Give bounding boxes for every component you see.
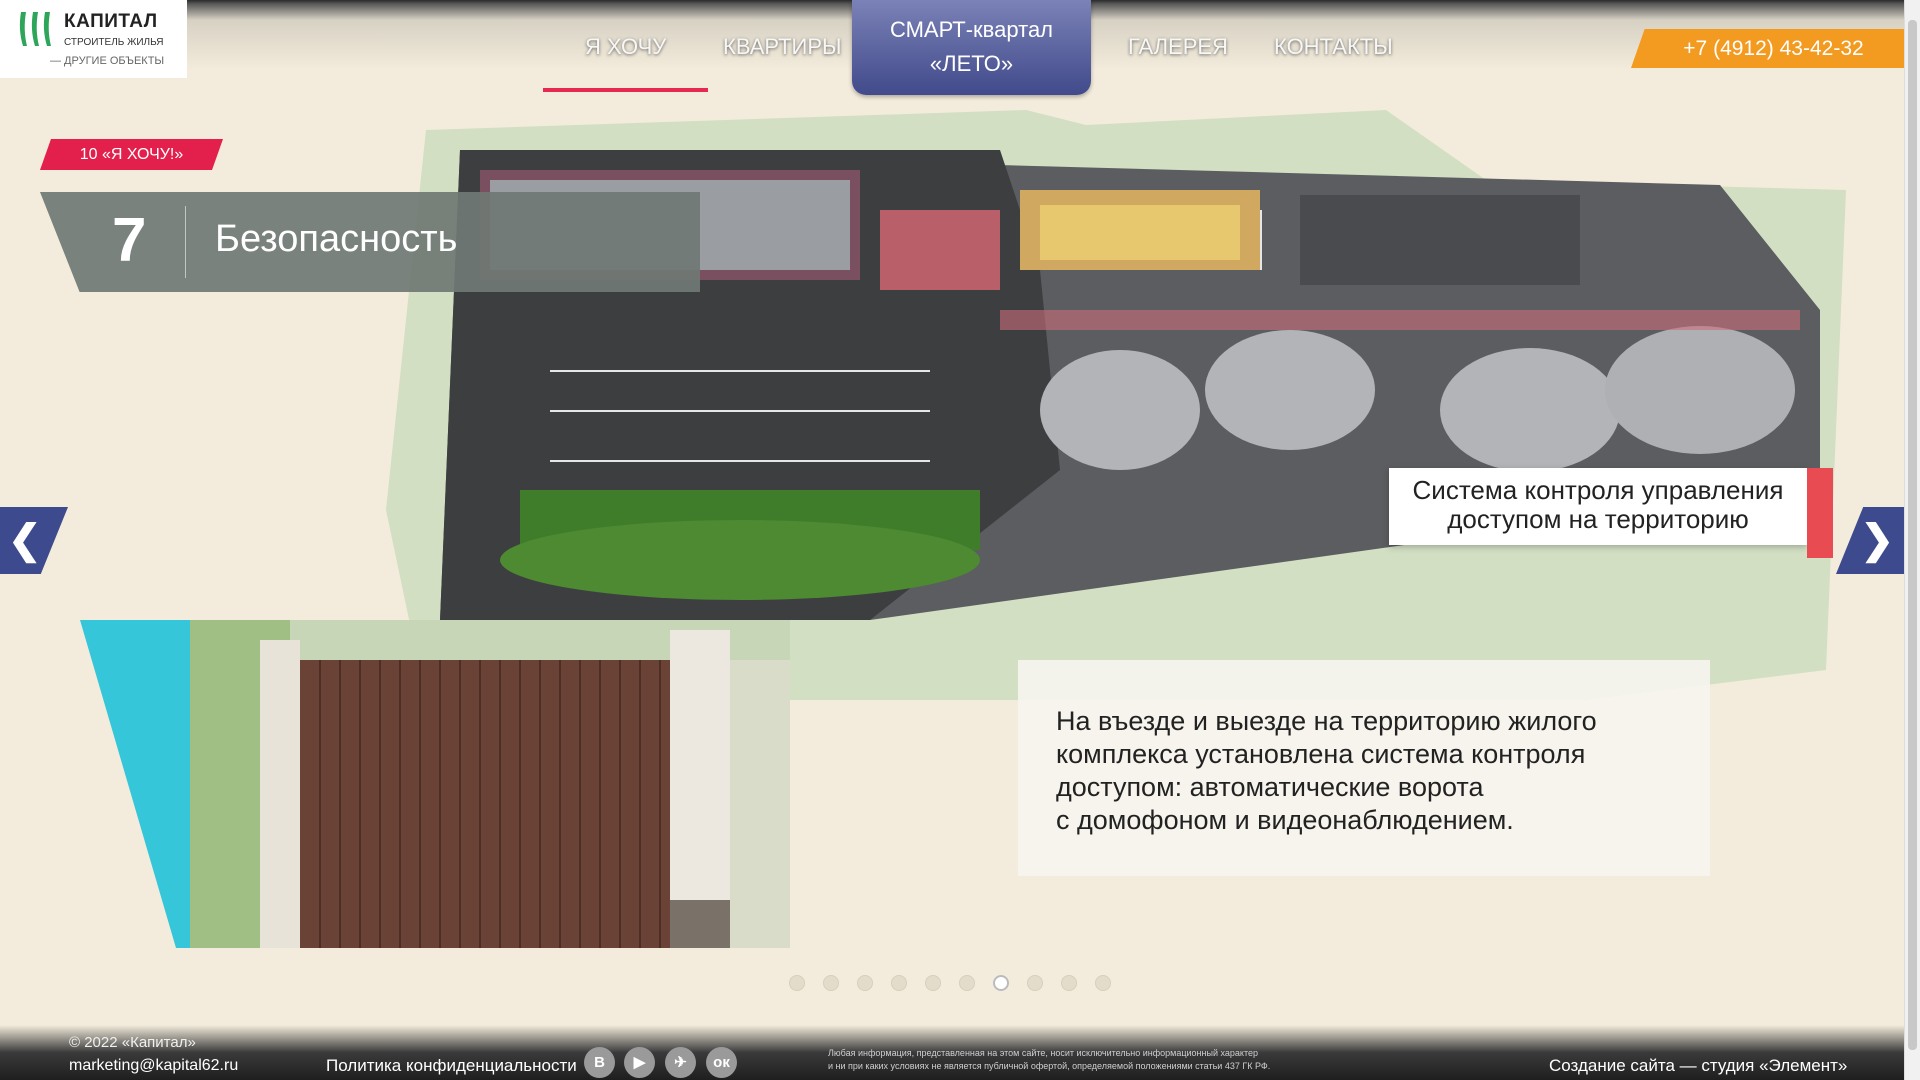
- other-objects-link[interactable]: — ДРУГИЕ ОБЪЕКТЫ: [50, 55, 164, 67]
- vk-icon[interactable]: В: [584, 1047, 615, 1078]
- wishes-badge: 10 «Я ХОЧУ!»: [40, 139, 223, 170]
- pagination-dot[interactable]: [1027, 975, 1043, 991]
- vertical-scrollbar[interactable]: [1904, 0, 1920, 1080]
- description-line: комплекса установлена система контроля: [1056, 739, 1586, 769]
- pagination-dot[interactable]: [789, 975, 805, 991]
- slide-number: 7: [112, 206, 147, 275]
- slide-description: На въезде и выезде на территорию жилого …: [1018, 660, 1710, 876]
- phone-button[interactable]: +7 (4912) 43-42-32: [1631, 29, 1904, 68]
- slide-title: Безопасность: [215, 218, 458, 260]
- pagination-dot[interactable]: [823, 975, 839, 991]
- pagination-dot[interactable]: [925, 975, 941, 991]
- logo-tagline: СТРОИТЕЛЬ ЖИЛЬЯ: [64, 37, 164, 48]
- logo-name: КАПИТАЛ: [64, 11, 158, 32]
- chevron-right-icon: ❯: [1860, 518, 1894, 562]
- access-control-callout: Система контроля управления доступом на …: [1389, 468, 1807, 545]
- footer-copyright: © 2022 «Капитал»: [69, 1034, 196, 1051]
- footer-legal-disclaimer: Любая информация, представленная на этом…: [828, 1047, 1270, 1073]
- nav-item-smart-quarter[interactable]: СМАРТ-квартал «ЛЕТО»: [852, 0, 1091, 95]
- prev-slide-button[interactable]: ❮: [0, 507, 68, 574]
- scrollbar-thumb[interactable]: [1908, 20, 1917, 1050]
- callout-line1: Система контроля управления: [1412, 475, 1784, 505]
- gate-photo: [190, 620, 790, 948]
- description-line: с домофоном и видеонаблюдением.: [1056, 805, 1514, 835]
- privacy-policy-link[interactable]: Политика конфиденциальности: [326, 1056, 577, 1076]
- description-line: На въезде и выезде на территорию жилого: [1056, 706, 1597, 736]
- legal-line: и ни при каких условиях не является публ…: [828, 1061, 1271, 1071]
- pagination-dot-active[interactable]: [993, 975, 1009, 991]
- callout-line2: доступом на территорию: [1447, 504, 1749, 534]
- nav-center-line2: «ЛЕТО»: [929, 51, 1014, 76]
- pagination-dot[interactable]: [1061, 975, 1077, 991]
- nav-item-contacts[interactable]: КОНТАКТЫ: [1274, 34, 1393, 60]
- page: КАПИТАЛ СТРОИТЕЛЬ ЖИЛЬЯ — ДРУГИЕ ОБЪЕКТЫ…: [0, 0, 1904, 1080]
- nav-center-line1: СМАРТ-квартал: [889, 17, 1054, 42]
- pagination-dot[interactable]: [857, 975, 873, 991]
- pagination-dot[interactable]: [891, 975, 907, 991]
- youtube-icon[interactable]: ▶: [624, 1047, 655, 1078]
- legal-line: Любая информация, представленная на этом…: [828, 1048, 1258, 1058]
- nav-item-apartments[interactable]: КВАРТИРЫ: [723, 34, 842, 60]
- nav-item-gallery[interactable]: ГАЛЕРЕЯ: [1128, 34, 1228, 60]
- callout-marker: [1807, 468, 1833, 558]
- footer-email-link[interactable]: marketing@kapital62.ru: [69, 1057, 238, 1075]
- logo-mark-icon: [19, 12, 51, 46]
- nav-item-i-want[interactable]: Я ХОЧУ: [542, 34, 709, 92]
- telegram-icon[interactable]: ✈: [665, 1047, 696, 1078]
- pagination-dot[interactable]: [959, 975, 975, 991]
- description-line: доступом: автоматические ворота: [1056, 772, 1484, 802]
- title-divider: [185, 206, 186, 278]
- studio-credit-link[interactable]: Создание сайта — студия «Элемент»: [1549, 1056, 1847, 1076]
- logo[interactable]: КАПИТАЛ СТРОИТЕЛЬ ЖИЛЬЯ — ДРУГИЕ ОБЪЕКТЫ: [0, 0, 187, 78]
- odnoklassniki-icon[interactable]: ок: [706, 1047, 737, 1078]
- chevron-left-icon: ❮: [8, 518, 42, 562]
- pagination-dot[interactable]: [1095, 975, 1111, 991]
